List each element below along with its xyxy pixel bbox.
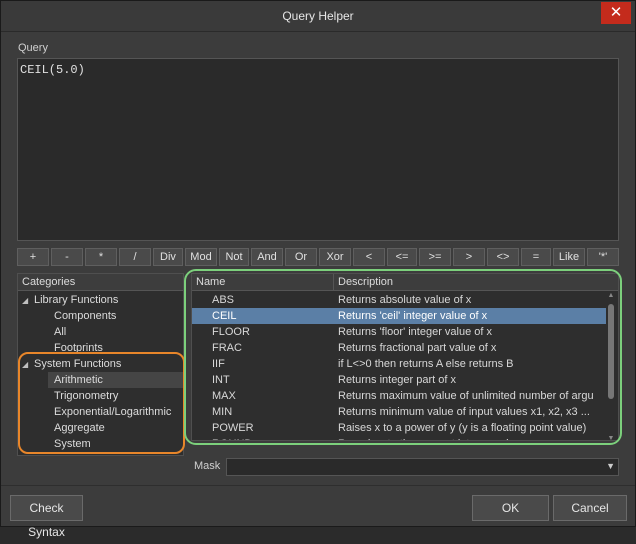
category-label: All: [54, 326, 67, 338]
operator-button[interactable]: Mod: [185, 248, 217, 266]
category-label: Trigonometry: [54, 390, 119, 402]
operator-button[interactable]: *: [85, 248, 117, 266]
function-row[interactable]: CEIL Returns 'ceil' integer value of x: [192, 308, 606, 324]
function-row[interactable]: FLOOR Returns 'floor' integer value of x: [192, 324, 606, 340]
mask-label: Mask: [194, 460, 221, 472]
operator-button[interactable]: Xor: [319, 248, 351, 266]
chevron-down-icon[interactable]: ▼: [606, 461, 615, 471]
ok-button[interactable]: OK: [472, 495, 549, 521]
categories-panel: Categories ◢ Library Functions Components A…: [17, 273, 184, 456]
categories-header: Categories: [18, 274, 183, 291]
function-description: Returns 'floor' integer value of x: [338, 326, 492, 338]
operator-button[interactable]: <=: [387, 248, 417, 266]
query-label: Query: [18, 42, 48, 54]
operator-button[interactable]: Like: [553, 248, 585, 266]
category-item[interactable]: ◢ Library Functions: [18, 292, 183, 308]
scroll-down-icon[interactable]: ▼: [607, 435, 615, 440]
operator-button[interactable]: '*': [587, 248, 619, 266]
function-name: INT: [212, 374, 230, 386]
function-row[interactable]: INT Returns integer part of x: [192, 372, 606, 388]
close-icon[interactable]: ✕: [601, 2, 631, 24]
category-item[interactable]: System: [18, 436, 183, 452]
function-row[interactable]: MAX Returns maximum value of unlimited nu…: [192, 388, 606, 404]
operator-button[interactable]: And: [251, 248, 283, 266]
function-description: Returns absolute value of x: [338, 294, 472, 306]
operator-button[interactable]: >: [453, 248, 485, 266]
category-item[interactable]: All: [18, 324, 183, 340]
scroll-up-icon[interactable]: ▲: [607, 292, 615, 299]
function-row[interactable]: ROUND Rounds x to the nearest integer val…: [192, 436, 606, 440]
category-label: System Functions: [34, 358, 122, 370]
function-description: Returns maximum value of unlimited numbe…: [338, 390, 594, 402]
function-name: IIF: [212, 358, 225, 370]
functions-scrollbar[interactable]: ▲ ▼: [607, 292, 615, 440]
category-label: Components: [54, 310, 117, 322]
function-name: MIN: [212, 406, 233, 418]
category-label: Footprints: [54, 342, 103, 354]
category-label: Exponential/Logarithmic: [54, 406, 172, 418]
query-editor[interactable]: CEIL(5.0): [17, 58, 619, 241]
operator-button[interactable]: >=: [419, 248, 451, 266]
function-name: FRAC: [212, 342, 242, 354]
expand-arrow-icon[interactable]: ◢: [22, 357, 34, 373]
title-bar: Query Helper ✕: [1, 1, 635, 32]
function-name: FLOOR: [212, 326, 250, 338]
function-description: Rounds x to the nearest integer value: [338, 436, 606, 440]
function-description: Raises x to a power of y (y is a floatin…: [338, 422, 587, 434]
operator-button[interactable]: Or: [285, 248, 317, 266]
mask-field[interactable]: ▼: [226, 458, 619, 476]
function-description: Returns fractional part value of x: [338, 342, 497, 354]
category-item[interactable]: Components: [18, 308, 183, 324]
category-item[interactable]: Aggregate: [18, 420, 183, 436]
function-row[interactable]: MIN Returns minimum value of input values…: [192, 404, 606, 420]
function-description: if L<>0 then returns A else returns B: [338, 358, 514, 370]
category-item[interactable]: Footprints: [18, 340, 183, 356]
column-header-name[interactable]: Name: [192, 274, 334, 291]
scrollbar-thumb[interactable]: [608, 304, 614, 399]
category-label: Aggregate: [54, 422, 105, 434]
function-name: MAX: [212, 390, 236, 402]
check-syntax-button[interactable]: Check Syntax: [10, 495, 83, 539]
function-name: ABS: [212, 294, 235, 306]
operator-button[interactable]: +: [17, 248, 49, 266]
category-item[interactable]: Exponential/Logarithmic: [18, 404, 183, 420]
operator-button[interactable]: /: [119, 248, 151, 266]
footer-divider: [1, 485, 635, 486]
category-item[interactable]: ◢ System Functions: [18, 356, 183, 372]
cancel-button[interactable]: Cancel: [553, 495, 627, 521]
window-title: Query Helper: [282, 9, 354, 23]
function-row[interactable]: POWER Raises x to a power of y (y is a fl…: [192, 420, 606, 436]
operator-button[interactable]: <>: [487, 248, 519, 266]
operator-button[interactable]: Div: [153, 248, 183, 266]
function-row[interactable]: IIF if L<>0 then returns A else returns B: [192, 356, 606, 372]
function-name: CEIL: [212, 310, 237, 322]
function-description: Returns integer part of x: [338, 374, 457, 386]
operator-button[interactable]: <: [353, 248, 385, 266]
query-helper-dialog: Query Helper ✕ Query CEIL(5.0) + - * / Div Mo…: [0, 0, 636, 539]
category-label: System: [54, 438, 91, 450]
operator-button[interactable]: Not: [219, 248, 249, 266]
category-label: Arithmetic: [54, 374, 103, 386]
operator-button[interactable]: -: [51, 248, 83, 266]
function-description: Returns 'ceil' integer value of x: [338, 310, 488, 322]
expand-arrow-icon[interactable]: ◢: [22, 293, 34, 309]
operator-button[interactable]: =: [521, 248, 551, 266]
category-item[interactable]: Trigonometry: [18, 388, 183, 404]
functions-list: Name Description ABS Returns absolute val…: [191, 273, 619, 441]
function-row[interactable]: ABS Returns absolute value of x: [192, 292, 606, 308]
function-name: POWER: [212, 422, 254, 434]
function-row[interactable]: FRAC Returns fractional part value of x: [192, 340, 606, 356]
category-item[interactable]: Arithmetic: [48, 372, 183, 388]
category-label: Library Functions: [34, 294, 119, 306]
column-header-description[interactable]: Description: [334, 274, 618, 291]
function-description: Returns minimum value of input values x1…: [338, 406, 590, 418]
function-name: ROUND: [212, 436, 252, 440]
